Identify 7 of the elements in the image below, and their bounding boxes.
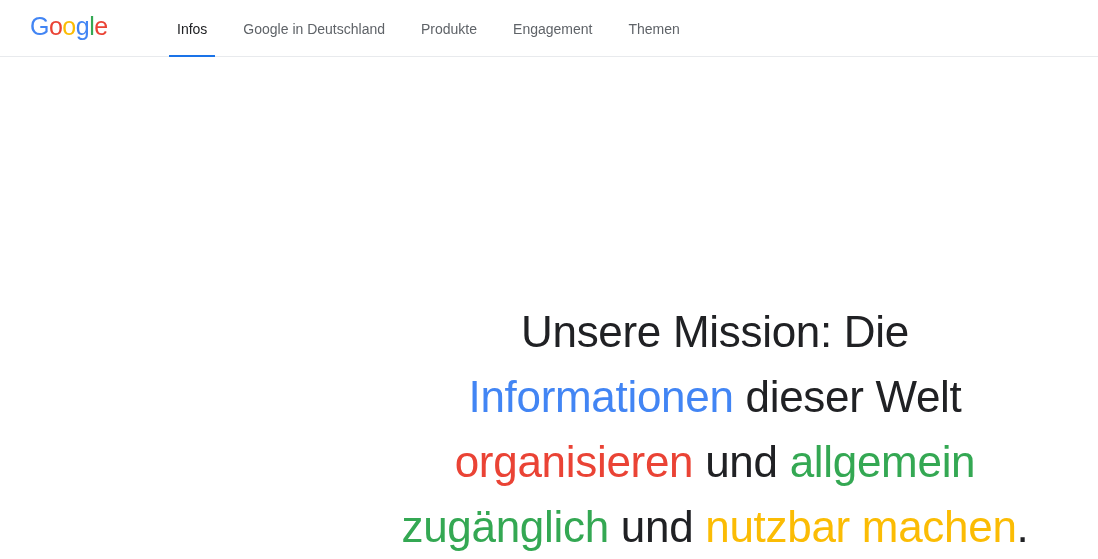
nav-tab[interactable]: Produkte: [413, 0, 486, 57]
nav-tab[interactable]: Infos: [169, 0, 216, 57]
google-logo[interactable]: Google: [0, 0, 169, 52]
nav-tab[interactable]: Google in Deutschland: [235, 0, 393, 57]
mission-headline: Unsere Mission: Die Informationen dieser Welt organisieren und allgemein zugänglich und nutzbar machen.: [401, 306, 1029, 553]
nav-tab[interactable]: Engagement: [505, 0, 601, 57]
nav-tab[interactable]: Themen: [620, 0, 688, 57]
